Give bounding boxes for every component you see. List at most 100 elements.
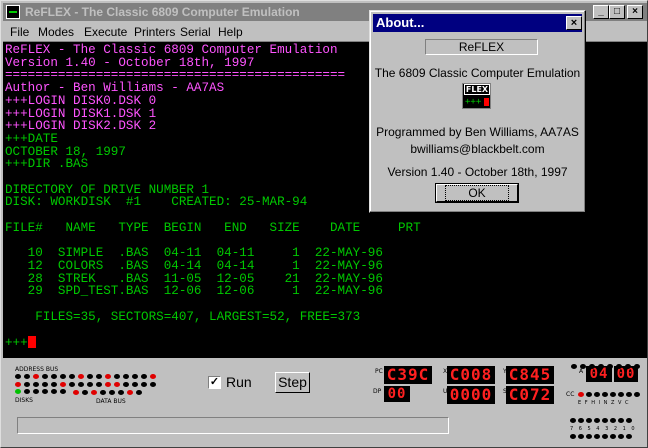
flex-logo-prompt: +++ [465, 97, 482, 107]
led-indicator [602, 434, 608, 439]
led-indicator [42, 374, 48, 379]
led-indicator [598, 364, 604, 369]
led-indicator [123, 374, 129, 379]
address-bus-label: ADDRESS BUS [15, 366, 59, 373]
flex-logo-word: FLEX [464, 84, 490, 95]
about-subtitle: The 6809 Classic Computer Emulation [374, 66, 581, 80]
minimize-button[interactable]: _ [593, 5, 609, 19]
terminal-cursor [27, 336, 36, 349]
led-indicator [127, 390, 133, 395]
menu-printers[interactable]: Printers [134, 25, 175, 39]
led-indicator [87, 374, 93, 379]
led-indicator [570, 434, 576, 439]
led-indicator [78, 382, 84, 387]
led-indicator [616, 364, 622, 369]
dp-register-display: 00 [384, 386, 410, 402]
led-indicator [123, 382, 129, 387]
about-title-bar: About... × [373, 14, 582, 32]
led-indicator [51, 389, 57, 394]
led-indicator [33, 382, 39, 387]
led-indicator [24, 382, 30, 387]
a-label: A [579, 368, 584, 375]
led-indicator [150, 374, 156, 379]
menu-file[interactable]: File [10, 25, 29, 39]
app-icon[interactable] [6, 5, 20, 19]
terminal-line: +++LOGIN DISK0.DSK 0 [5, 93, 157, 108]
led-indicator [580, 364, 586, 369]
led-indicator [571, 364, 577, 369]
led-indicator [589, 364, 595, 369]
led-indicator [15, 382, 21, 387]
led-indicator [60, 374, 66, 379]
led-indicator [141, 382, 147, 387]
led-indicator [78, 374, 84, 379]
product-name-field: ReFLEX [425, 39, 538, 55]
led-indicator [96, 374, 102, 379]
led-indicator [132, 374, 138, 379]
led-indicator [594, 392, 600, 397]
led-indicator [607, 364, 613, 369]
terminal-line: FILES=35, SECTORS=407, LARGEST=52, FREE=… [5, 309, 361, 324]
led-indicator [24, 374, 30, 379]
about-dialog: About... × ReFLEX The 6809 Classic Compu… [369, 10, 586, 213]
led-indicator [578, 418, 584, 423]
cc-label: CC [566, 391, 575, 398]
led-indicator [586, 434, 592, 439]
led-indicator [602, 392, 608, 397]
menu-execute[interactable]: Execute [84, 25, 127, 39]
led-indicator [586, 392, 592, 397]
terminal-line: 29 SPD_TEST.BAS 12-06 12-06 1 22-MAY-96 [5, 284, 383, 299]
led-indicator [51, 382, 57, 387]
terminal-line: +++DIR .BAS [5, 157, 89, 172]
led-indicator [136, 390, 142, 395]
s-register-display: C072 [506, 386, 554, 404]
led-indicator [33, 389, 39, 394]
progress-bar [17, 417, 449, 434]
bit-number-labels: 7 6 5 4 3 2 1 0 [570, 426, 637, 432]
menu-serial[interactable]: Serial [180, 25, 211, 39]
front-panel: ADDRESS BUS DISKS DATA BUS ✓ Run Step PC… [3, 358, 647, 447]
menu-modes[interactable]: Modes [38, 25, 74, 39]
led-indicator [87, 382, 93, 387]
ok-label: OK [445, 185, 509, 201]
led-indicator [594, 434, 600, 439]
led-indicator [625, 364, 631, 369]
led-indicator [570, 418, 576, 423]
about-email: bwilliams@blackbelt.com [410, 142, 545, 156]
led-indicator [132, 382, 138, 387]
ok-button[interactable]: OK [435, 183, 519, 203]
about-version: Version 1.40 - October 18th, 1997 [387, 165, 568, 179]
led-indicator [60, 389, 66, 394]
maximize-button[interactable]: □ [609, 5, 625, 19]
terminal-line: 12 COLORS .BAS 04-14 04-14 1 22-MAY-96 [5, 258, 383, 273]
led-indicator [602, 418, 608, 423]
led-indicator [91, 390, 97, 395]
about-close-button[interactable]: × [566, 16, 582, 30]
led-indicator [42, 389, 48, 394]
step-button[interactable]: Step [275, 372, 310, 393]
terminal-line: ReFLEX - The Classic 6809 Computer Emula… [5, 43, 338, 57]
terminal-line: DISK: WORKDISK #1 CREATED: 25-MAR-94 [5, 195, 308, 210]
led-indicator [578, 392, 584, 397]
led-indicator [15, 374, 21, 379]
menu-help[interactable]: Help [218, 25, 243, 39]
led-indicator [100, 390, 106, 395]
led-indicator [618, 392, 624, 397]
led-indicator [626, 392, 632, 397]
terminal-line: FILE# NAME TYPE BEGIN END SIZE DATE PRT [5, 220, 421, 235]
led-indicator [69, 382, 75, 387]
u-register-display: 0000 [447, 386, 495, 404]
led-indicator [51, 374, 57, 379]
led-indicator [150, 382, 156, 387]
terminal-line: +++LOGIN DISK2.DSK 2 [5, 119, 157, 134]
close-button[interactable]: × [627, 5, 643, 19]
checkmark-icon[interactable]: ✓ [208, 376, 221, 389]
led-indicator [114, 382, 120, 387]
dp-label: DP [373, 388, 382, 395]
flex-logo: FLEX +++ [462, 83, 491, 109]
run-label: Run [226, 374, 252, 390]
x-register-display: C008 [447, 366, 495, 384]
about-title: About... [376, 15, 425, 30]
led-indicator [109, 390, 115, 395]
led-indicator [15, 389, 21, 394]
